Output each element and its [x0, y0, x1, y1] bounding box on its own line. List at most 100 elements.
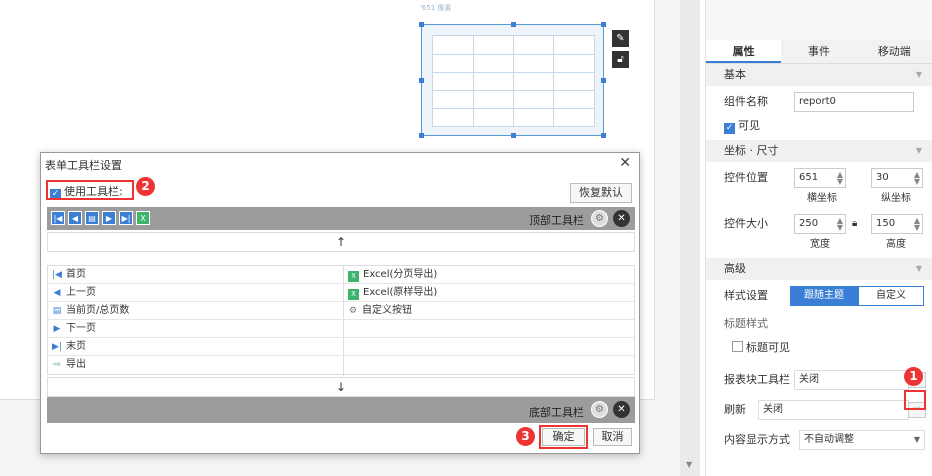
prev-page-icon[interactable]: ◀ — [68, 211, 82, 225]
position-label: 控件位置 — [724, 171, 768, 184]
spinner-icon: ▲ ▼ — [836, 170, 843, 186]
section-advanced[interactable]: 高级 ▼ — [706, 258, 932, 280]
report-table-preview — [432, 35, 595, 127]
pos-x-input[interactable]: 651 ▲ ▼ — [794, 168, 846, 188]
position-row: 控件位置 651 ▲ ▼ 30 ▲ ▼ — [706, 166, 932, 190]
gear-icon[interactable]: ⚙ — [591, 401, 608, 418]
move-down-button[interactable]: ↓ — [47, 377, 635, 397]
cancel-button[interactable]: 取消 — [593, 428, 632, 446]
highlight-box — [46, 180, 134, 200]
close-icon[interactable]: ✕ — [619, 155, 631, 171]
visible-row[interactable]: ✓ 可见 — [706, 114, 932, 138]
report-toolbar-input[interactable]: 关闭 — [794, 370, 909, 390]
resize-handle[interactable] — [511, 133, 516, 138]
tab-events[interactable]: 事件 — [781, 40, 857, 63]
chevron-down-icon: ▼ — [913, 435, 920, 444]
list-item-last-page[interactable]: ▶| 末页 — [52, 338, 86, 356]
width-caption: 宽度 — [810, 239, 830, 250]
style-custom-button[interactable]: 自定义 — [858, 286, 924, 306]
step-badge: 2 — [136, 177, 155, 196]
section-basic[interactable]: 基本 ▼ — [706, 64, 932, 86]
unlock-icon[interactable]: 🔓︎ — [612, 51, 629, 68]
title-visible-label: 标题可见 — [746, 341, 790, 354]
position-captions: 横坐标 纵坐标 — [706, 190, 932, 208]
spinner-icon: ▲ ▼ — [836, 216, 843, 232]
chevron-down-icon: ▼ — [915, 70, 922, 79]
refresh-input[interactable]: 关闭 — [758, 400, 909, 420]
list-item-export[interactable]: ⇨ 导出 — [52, 356, 86, 374]
list-item-custom-button[interactable]: ⚙ 自定义按钮 — [348, 302, 412, 320]
visible-checkbox[interactable]: ✓ — [724, 123, 735, 134]
size-row: 控件大小 250 ▲ ▼ 🔒︎ 150 ▲ ▼ — [706, 212, 932, 236]
property-panel: 属性 事件 移动端 基本 ▼ 组件名称 report0 ✓ 可见 坐标 · 尺寸 … — [705, 0, 932, 476]
scroll-down-icon[interactable]: ▼ — [686, 460, 692, 469]
page-count-icon: ▤ — [52, 306, 62, 316]
list-item-excel-raw-export[interactable]: X Excel(原样导出) — [348, 284, 437, 302]
content-display-label: 内容显示方式 — [724, 433, 790, 446]
resize-handle[interactable] — [419, 22, 424, 27]
canvas-scrollbar[interactable]: ▼ — [680, 0, 700, 476]
chevron-down-icon: ▼ — [915, 264, 922, 273]
component-name-input[interactable]: report0 — [794, 92, 914, 112]
last-page-icon[interactable]: ▶| — [119, 211, 133, 225]
next-page-icon[interactable]: ▶ — [102, 211, 116, 225]
report-widget[interactable] — [419, 22, 606, 138]
panel-header — [706, 0, 932, 40]
list-row: ▶| 末页 — [48, 338, 634, 356]
restore-default-button[interactable]: 恢复默认 — [570, 183, 632, 203]
move-up-button[interactable]: ↑ — [47, 232, 635, 252]
remove-icon[interactable]: ✕ — [613, 401, 630, 418]
height-input[interactable]: 150 ▲ ▼ — [871, 214, 923, 234]
report-toolbar-label: 报表块工具栏 — [724, 373, 790, 386]
step-badge: 3 — [516, 427, 535, 446]
content-display-row: 内容显示方式 不自动调整 ▼ — [706, 428, 932, 452]
report-toolbar-row: 报表块工具栏 关闭 ··· — [706, 368, 932, 392]
list-item-page-count[interactable]: ▤ 当前页/总页数 — [52, 302, 130, 320]
tab-properties[interactable]: 属性 — [706, 40, 782, 63]
size-label: 控件大小 — [724, 217, 768, 230]
toolbar-item-list: |◀ 首页 X Excel(分页导出) ◀ 上一页 X Excel(原样导出) ▤ 当前页… — [47, 265, 635, 376]
panel-tabs: 属性 事件 移动端 — [706, 40, 932, 64]
top-toolbar-label: 顶部工具栏 — [529, 214, 584, 227]
list-item-excel-page-export[interactable]: X Excel(分页导出) — [348, 266, 437, 284]
top-toolbar-band: |◀ ◀ ▤ ▶ ▶| X 顶部工具栏 ⚙ ✕ — [47, 207, 635, 230]
component-name-label: 组件名称 — [724, 95, 768, 108]
y-caption: 纵坐标 — [881, 193, 911, 204]
lock-icon[interactable]: 🔒︎ — [852, 212, 857, 236]
tab-mobile[interactable]: 移动端 — [856, 40, 932, 63]
x-caption: 横坐标 — [807, 193, 837, 204]
style-follow-theme-button[interactable]: 跟随主题 — [790, 286, 858, 306]
page-count-icon[interactable]: ▤ — [85, 211, 99, 225]
resize-handle[interactable] — [601, 22, 606, 27]
step-badge: 1 — [904, 367, 923, 386]
height-caption: 高度 — [886, 239, 906, 250]
list-item-prev-page[interactable]: ◀ 上一页 — [52, 284, 96, 302]
resize-handle[interactable] — [511, 22, 516, 27]
resize-handle[interactable] — [419, 133, 424, 138]
last-page-icon: ▶| — [52, 342, 62, 352]
pos-y-input[interactable]: 30 ▲ ▼ — [871, 168, 923, 188]
edit-icon[interactable]: ✎ — [612, 30, 629, 47]
toolbar-settings-dialog: 表单工具栏设置 ✕ ✓ 使用工具栏: 恢复默认 |◀ ◀ ▤ ▶ ▶| X 顶部工… — [40, 152, 640, 454]
title-visible-checkbox[interactable] — [732, 341, 743, 352]
highlight-box — [539, 425, 588, 449]
remove-icon[interactable]: ✕ — [613, 210, 630, 227]
gear-icon[interactable]: ⚙ — [591, 210, 608, 227]
export-excel-icon[interactable]: X — [136, 211, 150, 225]
list-row: ▶ 下一页 — [48, 320, 634, 338]
title-visible-row[interactable]: 标题可见 — [706, 336, 932, 360]
bottom-toolbar-label: 底部工具栏 — [529, 406, 584, 419]
resize-handle[interactable] — [419, 78, 424, 83]
export-icon: ⇨ — [53, 360, 61, 370]
list-item-first-page[interactable]: |◀ 首页 — [52, 266, 86, 284]
section-coords[interactable]: 坐标 · 尺寸 ▼ — [706, 140, 932, 162]
resize-handle[interactable] — [601, 78, 606, 83]
chevron-down-icon: ▼ — [915, 146, 922, 155]
resize-handle[interactable] — [601, 133, 606, 138]
content-display-select[interactable]: 不自动调整 ▼ — [799, 430, 925, 450]
prev-page-icon: ◀ — [53, 288, 61, 298]
list-item-next-page[interactable]: ▶ 下一页 — [52, 320, 96, 338]
first-page-icon[interactable]: |◀ — [51, 211, 65, 225]
width-input[interactable]: 250 ▲ ▼ — [794, 214, 846, 234]
section-advanced-label: 高级 — [724, 262, 746, 275]
